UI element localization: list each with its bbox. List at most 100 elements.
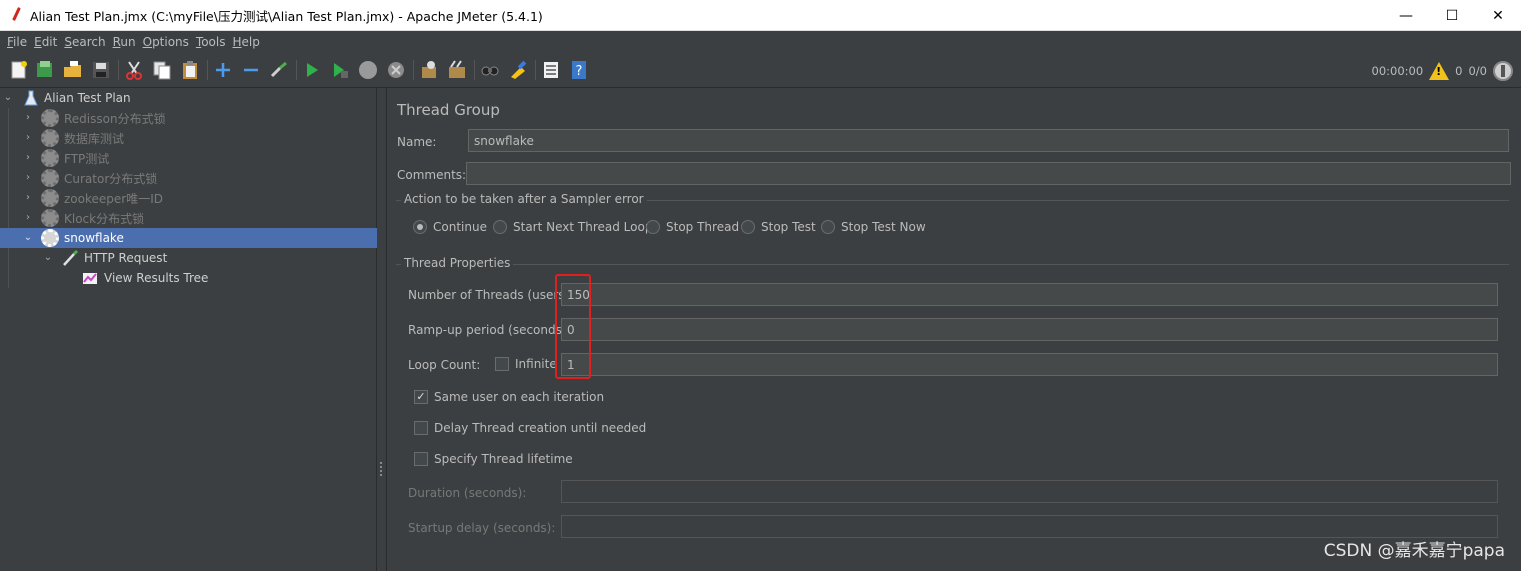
chevron-right-icon[interactable]: ›: [22, 112, 34, 124]
shutdown-icon[interactable]: [385, 59, 407, 81]
clear-all-icon[interactable]: [446, 59, 468, 81]
new-icon[interactable]: [8, 59, 30, 81]
chevron-down-icon[interactable]: ⌄: [42, 252, 54, 264]
tree-item-sampler[interactable]: ⌄ HTTP Request: [0, 248, 377, 268]
maximize-button[interactable]: ☐: [1429, 0, 1475, 31]
tree-item[interactable]: › Curator分布式锁: [0, 168, 377, 188]
threads-input[interactable]: [561, 283, 1498, 306]
chevron-right-icon[interactable]: ›: [22, 192, 34, 204]
tree-item[interactable]: › Redisson分布式锁: [0, 108, 377, 128]
chevron-right-icon[interactable]: ›: [22, 172, 34, 184]
split-pane-divider[interactable]: [377, 88, 387, 571]
tree-item-label: Alian Test Plan: [44, 91, 131, 105]
loop-count-input[interactable]: [561, 353, 1498, 376]
collapse-icon[interactable]: [240, 59, 262, 81]
tree-item-label: zookeeper唯一ID: [64, 191, 163, 206]
help-icon[interactable]: ?: [568, 59, 590, 81]
minimize-button[interactable]: —: [1383, 0, 1429, 31]
thread-group-panel: Thread Group Name: Comments: Action to b…: [388, 88, 1521, 571]
checkbox-indicator[interactable]: [414, 421, 428, 435]
gear-icon: [41, 109, 59, 127]
gear-icon: [41, 229, 59, 247]
start-icon[interactable]: [301, 59, 323, 81]
tree-item-selected[interactable]: ⌄ snowflake: [0, 228, 377, 248]
menu-options[interactable]: Options: [140, 35, 192, 49]
duration-label: Duration (seconds):: [408, 486, 527, 500]
checkbox-indicator[interactable]: [495, 357, 509, 371]
chevron-right-icon[interactable]: ›: [22, 132, 34, 144]
copy-icon[interactable]: [151, 59, 173, 81]
tree-item-label: snowflake: [64, 231, 124, 245]
checkbox-indicator[interactable]: [414, 452, 428, 466]
start-no-pause-icon[interactable]: [329, 59, 351, 81]
watermark: CSDN @嘉禾嘉宁papa: [1323, 541, 1505, 561]
close-button[interactable]: ✕: [1475, 0, 1521, 31]
radio-indicator[interactable]: [413, 220, 427, 234]
cut-icon[interactable]: [123, 59, 145, 81]
threads-label: Number of Threads (users):: [408, 288, 574, 302]
error-action-group-title: Action to be taken after a Sampler error: [401, 192, 647, 206]
tree-item[interactable]: › 数据库测试: [0, 128, 377, 148]
tree-item-label: 数据库测试: [64, 131, 125, 146]
warning-icon[interactable]: [1429, 62, 1450, 80]
toggle-icon[interactable]: [268, 59, 290, 81]
menu-help[interactable]: Help: [230, 35, 263, 49]
radio-indicator[interactable]: [741, 220, 755, 234]
title-bar: Alian Test Plan.jmx (C:\myFile\压力测试\Alia…: [0, 0, 1521, 31]
open-icon[interactable]: [62, 59, 84, 81]
name-input[interactable]: [468, 129, 1509, 152]
radio-start-next-loop[interactable]: Start Next Thread Loop: [493, 220, 652, 234]
window-title: Alian Test Plan.jmx (C:\myFile\压力测试\Alia…: [30, 8, 543, 24]
tree-item-label: View Results Tree: [104, 271, 209, 285]
stop-icon[interactable]: [357, 59, 379, 81]
same-user-checkbox[interactable]: ✓ Same user on each iteration: [414, 390, 604, 404]
infinite-checkbox[interactable]: Infinite: [495, 357, 557, 371]
gear-icon: [41, 209, 59, 227]
delay-creation-checkbox[interactable]: Delay Thread creation until needed: [414, 421, 646, 435]
search-icon[interactable]: [479, 59, 501, 81]
chevron-right-icon[interactable]: ›: [22, 212, 34, 224]
specify-lifetime-checkbox[interactable]: Specify Thread lifetime: [414, 452, 573, 466]
tree-item-listener[interactable]: View Results Tree: [0, 268, 377, 288]
radio-indicator[interactable]: [646, 220, 660, 234]
templates-icon[interactable]: [34, 59, 56, 81]
paste-icon[interactable]: [179, 59, 201, 81]
expand-icon[interactable]: [212, 59, 234, 81]
menu-tools[interactable]: Tools: [193, 35, 229, 49]
startup-delay-input: [561, 515, 1498, 538]
function-helper-icon[interactable]: [540, 59, 562, 81]
radio-stop-test-now[interactable]: Stop Test Now: [821, 220, 926, 234]
active-threads: 0/0: [1468, 64, 1487, 78]
save-icon[interactable]: [90, 59, 112, 81]
menu-run[interactable]: Run: [110, 35, 139, 49]
clear-icon[interactable]: [418, 59, 440, 81]
radio-stop-test[interactable]: Stop Test: [741, 220, 816, 234]
tree-item[interactable]: › zookeeper唯一ID: [0, 188, 377, 208]
chevron-down-icon[interactable]: ⌄: [2, 92, 14, 104]
tree-item[interactable]: › Klock分布式锁: [0, 208, 377, 228]
rampup-input[interactable]: [561, 318, 1498, 341]
menu-file[interactable]: File: [4, 35, 30, 49]
menu-search[interactable]: Search: [61, 35, 108, 49]
chevron-right-icon[interactable]: ›: [22, 152, 34, 164]
chevron-down-icon[interactable]: ⌄: [22, 232, 34, 244]
warning-count: 0: [1455, 64, 1463, 78]
group-border: [396, 264, 1509, 265]
reset-search-icon[interactable]: [507, 59, 529, 81]
comments-label: Comments:: [397, 168, 467, 182]
toolbar-separator: [118, 60, 119, 80]
duration-input: [561, 480, 1498, 503]
radio-indicator[interactable]: [821, 220, 835, 234]
checkmark-icon[interactable]: ✓: [414, 390, 428, 404]
comments-input[interactable]: [466, 162, 1511, 185]
radio-continue[interactable]: Continue: [413, 220, 487, 234]
toolbar-separator: [474, 60, 475, 80]
radio-stop-thread[interactable]: Stop Thread: [646, 220, 739, 234]
name-label: Name:: [397, 135, 437, 149]
drag-handle-icon[interactable]: [380, 462, 383, 476]
radio-indicator[interactable]: [493, 220, 507, 234]
tree-item-root[interactable]: ⌄ Alian Test Plan: [0, 88, 377, 108]
menu-edit[interactable]: Edit: [31, 35, 60, 49]
tree-item-label: HTTP Request: [84, 251, 168, 265]
tree-item[interactable]: › FTP测试: [0, 148, 377, 168]
